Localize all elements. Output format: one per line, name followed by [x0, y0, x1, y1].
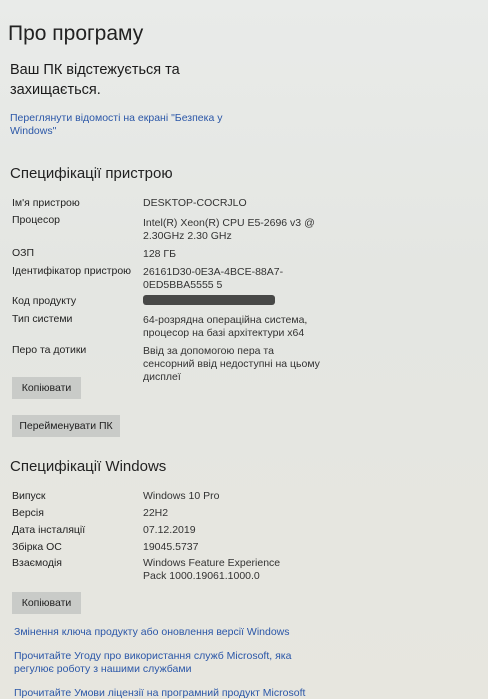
device-name-value: DESKTOP-COCRJLO	[143, 197, 247, 209]
experience-label: Взаємодія	[12, 557, 62, 569]
device-specs-heading: Специфікації пристрою	[10, 165, 173, 182]
device-id-label: Ідентифікатор пристрою	[12, 265, 132, 277]
os-build-value: 19045.5737	[143, 541, 199, 553]
version-label: Версія	[12, 507, 44, 519]
install-date-value: 07.12.2019	[143, 524, 196, 536]
ram-value: 128 ГБ	[143, 248, 177, 260]
edition-value: Windows 10 Pro	[143, 490, 220, 502]
system-type-label: Тип системи	[12, 313, 73, 325]
ram-label: ОЗП	[12, 247, 35, 259]
change-product-key-link[interactable]: Змінення ключа продукту або оновлення ве…	[14, 626, 314, 638]
device-id-value: 26161D30-0E3A-4BCE-88A7-0ED5BBA5555 5	[143, 266, 284, 291]
copy-device-specs-button[interactable]: Копіювати	[12, 377, 81, 399]
security-details-link[interactable]: Переглянути відомості на екрані "Безпека…	[10, 112, 230, 138]
windows-specs-heading: Специфікації Windows	[10, 458, 167, 475]
experience-value: Windows Feature Experience Pack 1000.190…	[143, 557, 281, 582]
os-build-label: Збірка ОС	[12, 541, 62, 553]
services-agreement-link[interactable]: Прочитайте Угоду про використання служб …	[14, 650, 314, 676]
pen-touch-value: Ввід за допомогою пера та сенсорний ввід…	[143, 345, 320, 383]
page-title: Про програму	[8, 22, 144, 45]
rename-pc-button[interactable]: Перейменувати ПК	[12, 415, 120, 437]
edition-label: Випуск	[12, 490, 46, 502]
product-id-label: Код продукту	[12, 295, 77, 307]
version-value: 22H2	[143, 507, 169, 519]
protection-status-text: Ваш ПК відстежується та захищається.	[10, 62, 180, 98]
processor-value: Intel(R) Xeon(R) CPU E5-2696 v3 @ 2.30GH…	[143, 217, 315, 242]
license-terms-link[interactable]: Прочитайте Умови ліцензії на програмний …	[14, 687, 314, 699]
device-name-label: Ім'я пристрою	[12, 197, 80, 209]
pen-touch-label: Перо та дотики	[12, 344, 87, 356]
system-type-value: 64-розрядна операційна система, процесор…	[143, 314, 308, 339]
copy-windows-specs-button[interactable]: Копіювати	[12, 592, 81, 614]
product-id-redacted	[143, 295, 275, 305]
processor-label: Процесор	[12, 214, 61, 226]
install-date-label: Дата інсталяції	[12, 524, 86, 536]
